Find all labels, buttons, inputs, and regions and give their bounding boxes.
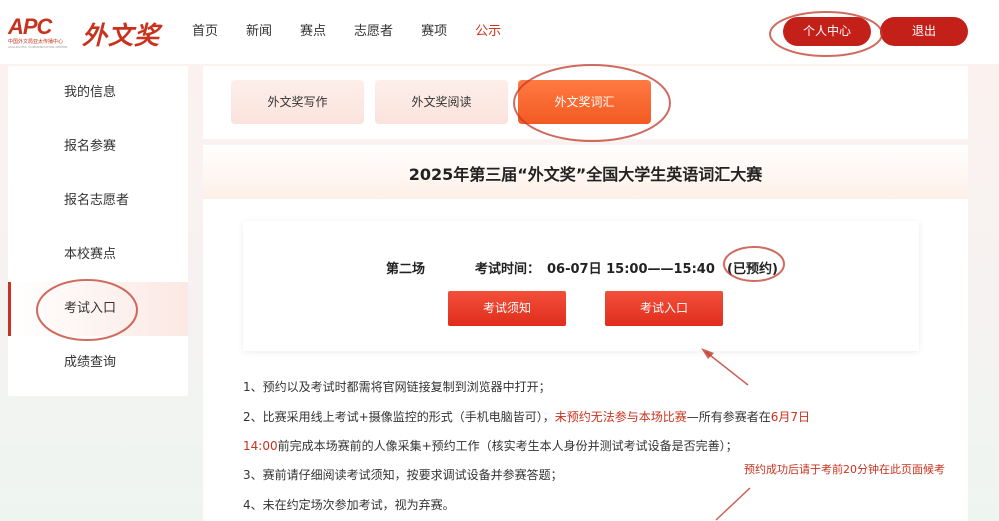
site-logo[interactable]: APC 中国外文局亚太传播中心 ASIA-PACIFIC COMMUNICATI… bbox=[8, 14, 178, 54]
logo-org-name: 中国外文局亚太传播中心 bbox=[8, 39, 64, 45]
sidebar-item-register-volunteer[interactable]: 报名志愿者 bbox=[8, 174, 188, 228]
tab-vocabulary[interactable]: 外文奖词汇 bbox=[518, 80, 651, 124]
session-name: 第二场 bbox=[386, 262, 426, 277]
nav-announcements[interactable]: 公示 bbox=[475, 22, 501, 42]
sidebar-item-register-contest[interactable]: 报名参赛 bbox=[8, 120, 188, 174]
note-2-time: 14:00 bbox=[243, 439, 278, 453]
sidebar-item-score-query[interactable]: 成绩查询 bbox=[8, 336, 188, 390]
annotation-waiting-hint: 预约成功后请于考前20分钟在此页面候考 bbox=[744, 463, 945, 476]
main-nav: 首页 新闻 赛点 志愿者 赛项 公示 bbox=[192, 22, 529, 42]
logout-button[interactable]: 退出 bbox=[880, 17, 968, 46]
brand-logo-text: 外文奖 bbox=[82, 21, 161, 50]
exam-session-card: 第二场 考试时间： 06-07日 15:00——15:40 (已预约) 考试须知… bbox=[243, 221, 919, 351]
note-1: 1、预约以及考试时都需将官网链接复制到浏览器中打开； bbox=[243, 380, 551, 394]
session-status: (已预约) bbox=[727, 262, 778, 277]
contest-tabs: 外文奖写作 外文奖阅读 外文奖词汇 bbox=[203, 66, 968, 139]
note-2-continued: 14:00前完成本场赛前的人像采集+预约工作（核实考生本人身份并测试考试设备是否… bbox=[243, 437, 738, 454]
nav-events[interactable]: 赛项 bbox=[421, 22, 447, 42]
tab-writing[interactable]: 外文奖写作 bbox=[231, 80, 364, 124]
nav-venues[interactable]: 赛点 bbox=[300, 22, 326, 42]
sidebar-item-my-info[interactable]: 我的信息 bbox=[8, 66, 188, 120]
sidebar-item-school-venue[interactable]: 本校赛点 bbox=[8, 228, 188, 282]
note-2: 2、比赛采用线上考试+摄像监控的形式（手机电脑皆可），未预约无法参与本场比赛—所… bbox=[243, 408, 810, 425]
session-time: 06-07日 15:00——15:40 bbox=[547, 262, 715, 277]
session-time-label: 考试时间： bbox=[475, 262, 541, 277]
apc-logo-text: APC bbox=[8, 14, 52, 39]
nav-home[interactable]: 首页 bbox=[192, 22, 218, 42]
exam-enter-button[interactable]: 考试入口 bbox=[605, 291, 723, 326]
user-center-button[interactable]: 个人中心 bbox=[783, 17, 871, 46]
logo-org-name-en: ASIA-PACIFIC COMMUNICATION CENTER bbox=[8, 45, 68, 49]
tab-reading[interactable]: 外文奖阅读 bbox=[375, 80, 508, 124]
page-title: 2025年第三届“外文奖”全国大学生英语词汇大赛 bbox=[408, 165, 763, 184]
note-3: 3、赛前请仔细阅读考试须知，按要求调试设备并参赛答题； bbox=[243, 468, 563, 482]
note-2-text-c: 前完成本场赛前的人像采集+预约工作（核实考生本人身份并测试考试设备是否完善）； bbox=[277, 439, 738, 453]
sidebar: 我的信息 报名参赛 报名志愿者 本校赛点 考试入口 成绩查询 bbox=[8, 66, 188, 396]
top-header: APC 中国外文局亚太传播中心 ASIA-PACIFIC COMMUNICATI… bbox=[0, 0, 999, 64]
note-2-text-b: —所有参赛者在 bbox=[686, 410, 771, 424]
title-bar: 2025年第三届“外文奖”全国大学生英语词汇大赛 bbox=[203, 145, 968, 199]
note-2-warning: 未预约无法参与本场比赛 bbox=[554, 410, 687, 424]
note-2-text-a: 2、比赛采用线上考试+摄像监控的形式（手机电脑皆可）， bbox=[243, 410, 555, 424]
nav-volunteers[interactable]: 志愿者 bbox=[354, 22, 393, 42]
nav-news[interactable]: 新闻 bbox=[246, 22, 272, 42]
sidebar-item-exam-entry[interactable]: 考试入口 bbox=[8, 282, 188, 336]
exam-notice-button[interactable]: 考试须知 bbox=[448, 291, 566, 326]
note-4: 4、未在约定场次参加考试，视为弃赛。 bbox=[243, 498, 455, 512]
note-2-date: 6月7日 bbox=[770, 410, 811, 424]
